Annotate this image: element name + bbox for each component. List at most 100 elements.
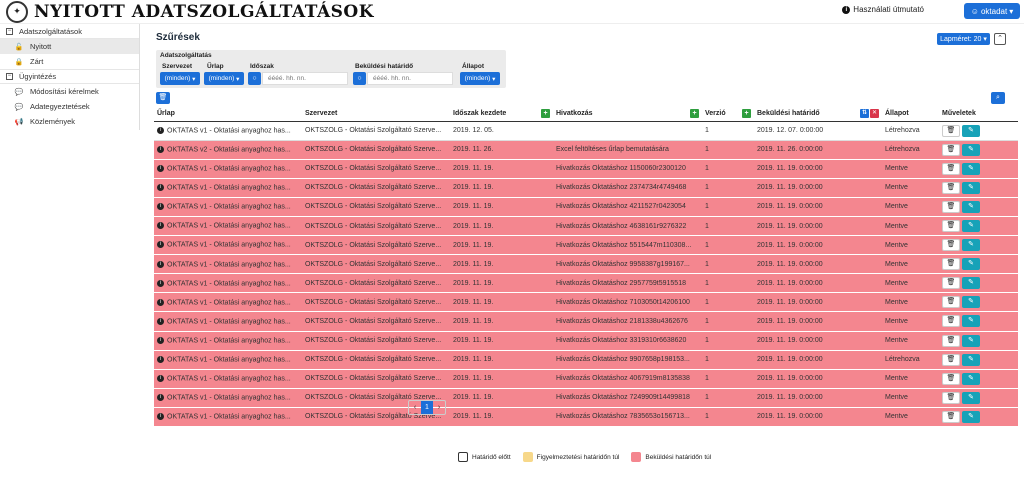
edit-row-button[interactable]: ✎ bbox=[962, 124, 980, 137]
page-size-dropdown[interactable]: Lapméret: 20 ▾ bbox=[937, 33, 990, 45]
table-row[interactable]: i OKTATAS v1 - Oktatási anyaghoz has... OK… bbox=[154, 369, 1018, 389]
info-icon[interactable]: i bbox=[157, 126, 164, 134]
info-icon[interactable]: i bbox=[157, 413, 164, 421]
info-icon[interactable]: i bbox=[157, 203, 164, 211]
delete-row-button[interactable]: 🗑 bbox=[942, 220, 960, 233]
info-icon[interactable]: i bbox=[157, 184, 164, 192]
table-row[interactable]: i OKTATAS v1 - Oktatási anyaghoz has... OK… bbox=[154, 388, 1018, 408]
delete-row-button[interactable]: 🗑 bbox=[942, 315, 960, 328]
pagination-prev[interactable]: ‹ bbox=[409, 401, 421, 414]
legend-item: Határidő előtt bbox=[458, 452, 511, 462]
edit-row-button[interactable]: ✎ bbox=[962, 391, 980, 404]
delete-row-button[interactable]: 🗑 bbox=[942, 391, 960, 404]
idoszak-date-input[interactable]: éééé. hh. nn. bbox=[262, 72, 348, 85]
add-sort-icon[interactable]: + bbox=[541, 109, 550, 118]
table-row[interactable]: i OKTATAS v1 - Oktatási anyaghoz has... OK… bbox=[154, 159, 1018, 179]
search-button[interactable]: ⌕ bbox=[991, 92, 1005, 104]
info-icon[interactable]: i bbox=[157, 165, 164, 173]
delete-row-button[interactable]: 🗑 bbox=[942, 143, 960, 156]
delete-row-button[interactable]: 🗑 bbox=[942, 124, 960, 137]
info-icon[interactable]: i bbox=[157, 279, 164, 287]
table-row[interactable]: i OKTATAS v1 - Oktatási anyaghoz has... OK… bbox=[154, 121, 1018, 141]
info-icon[interactable]: i bbox=[157, 375, 164, 383]
header-verzio[interactable]: Verzió + bbox=[702, 107, 754, 122]
user-menu-button[interactable]: ☺ oktadat ▾ bbox=[964, 3, 1020, 19]
table-row[interactable]: i OKTATAS v2 - Oktatási anyaghoz has... OK… bbox=[154, 140, 1018, 160]
delete-row-button[interactable]: 🗑 bbox=[942, 277, 960, 290]
table-row[interactable]: i OKTATAS v1 - Oktatási anyaghoz has... OK… bbox=[154, 254, 1018, 275]
delete-row-button[interactable]: 🗑 bbox=[942, 181, 960, 194]
delete-row-button[interactable]: 🗑 bbox=[942, 353, 960, 366]
table-row[interactable]: i OKTATAS v1 - Oktatási anyaghoz has... OK… bbox=[154, 197, 1018, 217]
header-idoszak[interactable]: Időszak kezdete + bbox=[450, 107, 553, 122]
info-icon[interactable]: i bbox=[157, 145, 164, 153]
table-row[interactable]: i OKTATAS v1 - Oktatási anyaghoz has... OK… bbox=[154, 331, 1018, 351]
delete-row-button[interactable]: 🗑 bbox=[942, 200, 960, 213]
info-icon[interactable]: i bbox=[157, 336, 164, 344]
info-icon[interactable]: i bbox=[157, 394, 164, 402]
sidebar-item-adategyeztetesek[interactable]: 💬 Adategyeztetések bbox=[0, 99, 139, 114]
table-row[interactable]: i OKTATAS v1 - Oktatási anyaghoz has... OK… bbox=[154, 273, 1018, 294]
pagination-next[interactable]: › bbox=[433, 401, 445, 414]
header-urlap[interactable]: Űrlap bbox=[154, 107, 302, 122]
sidebar-item-nyitott[interactable]: 🔓 Nyitott bbox=[0, 39, 139, 54]
info-icon[interactable]: i bbox=[157, 298, 164, 306]
sidebar-group-adatszolgaltatasok[interactable]: − Adatszolgáltatások bbox=[0, 24, 139, 39]
help-link[interactable]: i Használati útmutató bbox=[842, 5, 924, 14]
allapot-select[interactable]: (minden) ▾ bbox=[460, 72, 500, 85]
edit-row-button[interactable]: ✎ bbox=[962, 296, 980, 309]
header-allapot[interactable]: Állapot bbox=[882, 107, 939, 122]
edit-row-button[interactable]: ✎ bbox=[962, 410, 980, 423]
sidebar-group-ugyintezes[interactable]: − Ügyintézés bbox=[0, 69, 139, 84]
header-szervezet[interactable]: Szervezet bbox=[302, 107, 450, 122]
delete-row-button[interactable]: 🗑 bbox=[942, 372, 960, 385]
edit-row-button[interactable]: ✎ bbox=[962, 239, 980, 252]
idoszak-calendar-icon[interactable]: ○ bbox=[248, 72, 261, 85]
edit-row-button[interactable]: ✎ bbox=[962, 162, 980, 175]
sidebar-item-modositasi-kerelmek[interactable]: 💬 Módosítási kérelmek bbox=[0, 84, 139, 99]
edit-row-button[interactable]: ✎ bbox=[962, 334, 980, 347]
remove-sort-icon[interactable]: ✕ bbox=[870, 109, 879, 118]
edit-row-button[interactable]: ✎ bbox=[962, 143, 980, 156]
table-row[interactable]: i OKTATAS v1 - Oktatási anyaghoz has... OK… bbox=[154, 292, 1018, 313]
edit-row-button[interactable]: ✎ bbox=[962, 277, 980, 290]
info-icon[interactable]: i bbox=[157, 356, 164, 363]
edit-row-button[interactable]: ✎ bbox=[962, 315, 980, 328]
edit-row-button[interactable]: ✎ bbox=[962, 181, 980, 194]
delete-row-button[interactable]: 🗑 bbox=[942, 410, 960, 423]
bekuldesi-date-input[interactable]: éééé. hh. nn. bbox=[367, 72, 453, 85]
info-icon[interactable]: i bbox=[157, 241, 164, 249]
delete-row-button[interactable]: 🗑 bbox=[942, 296, 960, 309]
edit-row-button[interactable]: ✎ bbox=[962, 372, 980, 385]
sort-direction-icon[interactable]: ⇅ bbox=[860, 109, 869, 118]
header-hatarido[interactable]: Beküldési határidő ⇅ ✕ bbox=[754, 107, 882, 122]
sidebar-item-kozlemenyek[interactable]: 📢 Közlemények bbox=[0, 114, 139, 129]
info-icon[interactable]: i bbox=[157, 317, 164, 325]
delete-row-button[interactable]: 🗑 bbox=[942, 239, 960, 252]
info-icon[interactable]: i bbox=[157, 222, 164, 230]
sidebar-item-zart[interactable]: 🔒 Zárt bbox=[0, 54, 139, 69]
add-sort-icon[interactable]: + bbox=[690, 109, 699, 118]
edit-row-button[interactable]: ✎ bbox=[962, 353, 980, 366]
info-icon[interactable]: i bbox=[157, 260, 164, 268]
edit-row-button[interactable]: ✎ bbox=[962, 200, 980, 213]
edit-row-button[interactable]: ✎ bbox=[962, 220, 980, 233]
szervezet-select[interactable]: (minden) ▾ bbox=[160, 72, 200, 85]
table-row[interactable]: i OKTATAS v1 - Oktatási anyaghoz has... OK… bbox=[154, 216, 1018, 237]
table-row[interactable]: i OKTATAS v1 - Oktatási anyaghoz has... OK… bbox=[154, 407, 1018, 428]
delete-row-button[interactable]: 🗑 bbox=[942, 162, 960, 175]
table-row[interactable]: i OKTATAS v1 - Oktatási anyaghoz has... OK… bbox=[154, 311, 1018, 332]
bekuldesi-calendar-icon[interactable]: ○ bbox=[353, 72, 366, 85]
pagination-page-1[interactable]: 1 bbox=[421, 401, 433, 414]
delete-selected-button[interactable]: 🗑 bbox=[156, 92, 170, 104]
edit-row-button[interactable]: ✎ bbox=[962, 258, 980, 271]
collapse-filters-button[interactable]: ⌃ bbox=[994, 33, 1006, 45]
table-row[interactable]: i OKTATAS v1 - Oktatási anyaghoz has... OK… bbox=[154, 235, 1018, 256]
delete-row-button[interactable]: 🗑 bbox=[942, 258, 960, 271]
delete-row-button[interactable]: 🗑 bbox=[942, 334, 960, 347]
table-row[interactable]: i OKTATAS v1 - Oktatási anyaghoz has... OK… bbox=[154, 178, 1018, 198]
add-sort-icon[interactable]: + bbox=[742, 109, 751, 118]
table-row[interactable]: i OKTATAS v1 - Oktatási anyaghoz has... OK… bbox=[154, 350, 1018, 370]
header-hivatkozas[interactable]: Hivatkozás + bbox=[553, 107, 702, 122]
urlap-select[interactable]: (minden) ▾ bbox=[204, 72, 244, 85]
